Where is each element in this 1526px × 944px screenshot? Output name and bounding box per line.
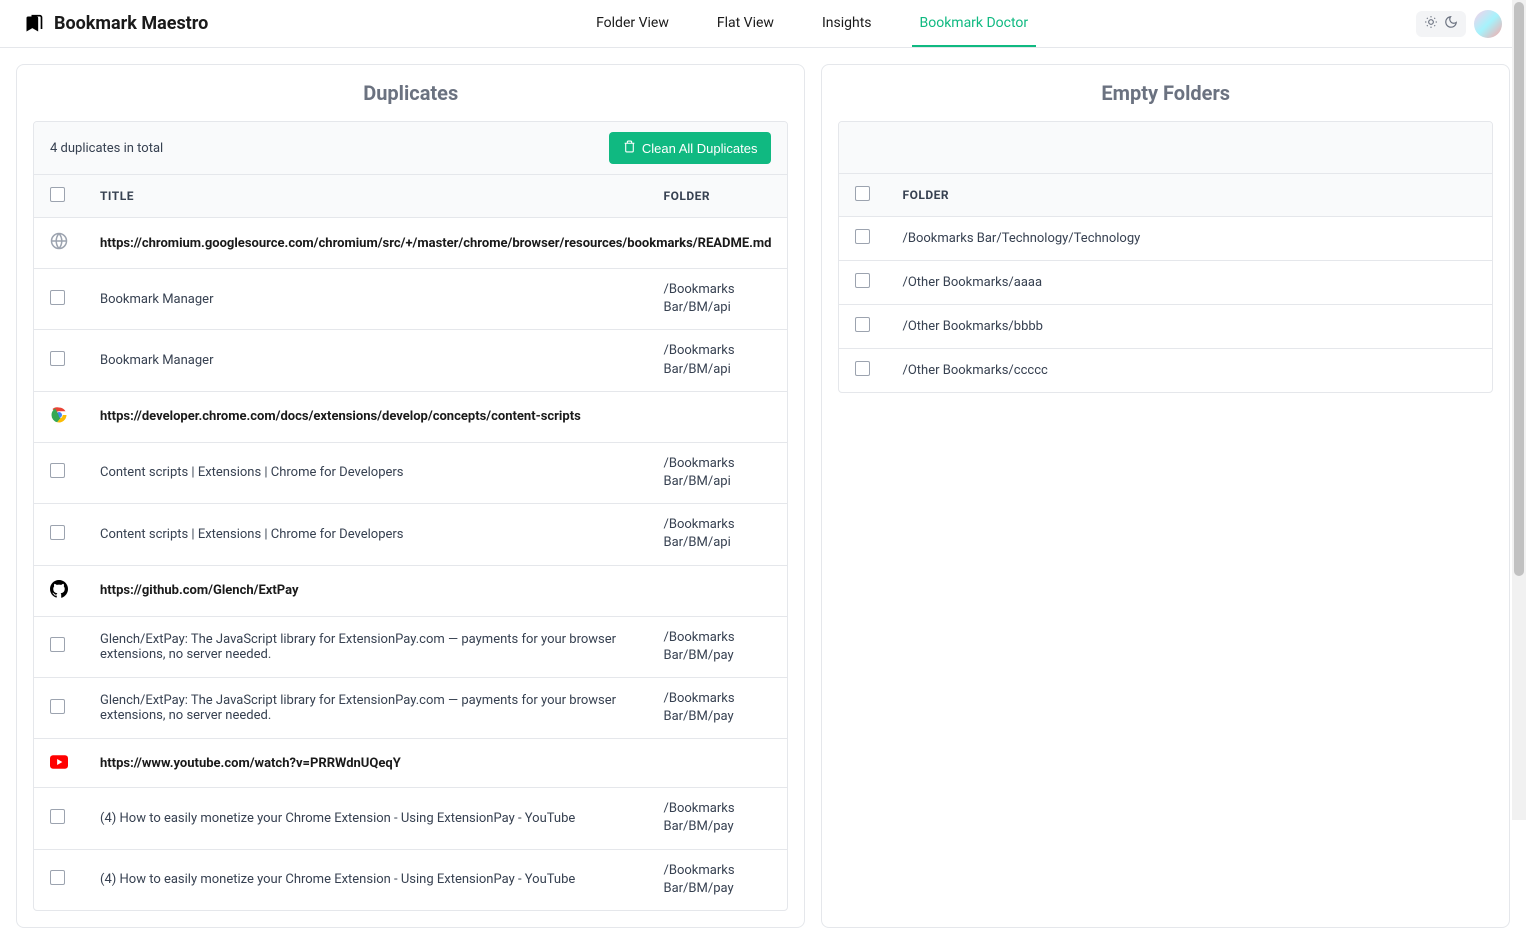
folder-checkbox[interactable] [855,229,870,244]
select-all-checkbox[interactable] [50,187,65,202]
logo-icon [24,14,44,34]
empty-folder-item: /Other Bookmarks/bbbb [839,305,1492,349]
duplicate-item: (4) How to easily monetize your Chrome E… [34,788,787,849]
item-checkbox[interactable] [50,699,65,714]
duplicates-header-row: TITLE FOLDER [34,175,787,218]
item-title: Bookmark Manager [84,330,647,391]
group-url: https://developer.chrome.com/docs/extens… [84,391,787,442]
folder-checkbox[interactable] [855,361,870,376]
item-folder: /Bookmarks Bar/BM/pay [647,677,787,738]
item-checkbox[interactable] [50,809,65,824]
duplicate-group: https://github.com/Glench/ExtPay [34,565,787,616]
clean-all-label: Clean All Duplicates [642,141,758,156]
item-folder: /Bookmarks Bar/BM/api [647,330,787,391]
item-folder: /Bookmarks Bar/BM/pay [647,788,787,849]
empty-folders-header-row: FOLDER [839,174,1492,217]
duplicate-item: (4) How to easily monetize your Chrome E… [34,849,787,910]
item-folder: /Bookmarks Bar/BM/pay [647,849,787,910]
select-all-folders-checkbox[interactable] [855,186,870,201]
duplicate-item: Bookmark Manager /Bookmarks Bar/BM/api [34,269,787,330]
col-title: TITLE [84,175,647,218]
duplicate-item: Content scripts | Extensions | Chrome fo… [34,504,787,565]
duplicates-toolbar: 4 duplicates in total Clean All Duplicat… [34,122,787,175]
theme-toggle[interactable] [1416,11,1466,37]
empty-folders-panel: Empty Folders FOLDER /Bookmarks Bar/Tech… [821,64,1510,928]
folder-checkbox[interactable] [855,317,870,332]
tab-insights[interactable]: Insights [814,1,880,47]
group-url: https://github.com/Glench/ExtPay [84,565,787,616]
tab-flat-view[interactable]: Flat View [709,1,782,47]
avatar[interactable] [1474,10,1502,38]
globe-icon [50,232,68,250]
app-title: Bookmark Maestro [54,13,208,34]
duplicate-item: Content scripts | Extensions | Chrome fo… [34,442,787,503]
item-title: Content scripts | Extensions | Chrome fo… [84,504,647,565]
item-folder: /Bookmarks Bar/BM/pay [647,616,787,677]
group-url: https://www.youtube.com/watch?v=PRRWdnUQ… [84,739,787,788]
empty-folders-title: Empty Folders [838,81,1493,105]
empty-folder-item: /Bookmarks Bar/Technology/Technology [839,217,1492,261]
item-title: Content scripts | Extensions | Chrome fo… [84,442,647,503]
header-right [1416,10,1502,38]
main-content: Duplicates 4 duplicates in total Clean A… [0,48,1526,944]
nav-tabs: Folder View Flat View Insights Bookmark … [588,10,1036,37]
duplicates-panel: Duplicates 4 duplicates in total Clean A… [16,64,805,928]
item-checkbox[interactable] [50,637,65,652]
item-checkbox[interactable] [50,351,65,366]
folder-path: /Bookmarks Bar/Technology/Technology [886,217,1492,261]
item-checkbox[interactable] [50,525,65,540]
folder-path: /Other Bookmarks/aaaa [886,261,1492,305]
tab-folder-view[interactable]: Folder View [588,1,677,47]
item-checkbox[interactable] [50,463,65,478]
empty-folder-item: /Other Bookmarks/aaaa [839,261,1492,305]
duplicate-group: https://www.youtube.com/watch?v=PRRWdnUQ… [34,739,787,788]
duplicates-title: Duplicates [33,81,788,105]
app-header: Bookmark Maestro Folder View Flat View I… [0,0,1526,48]
duplicate-group: https://developer.chrome.com/docs/extens… [34,391,787,442]
duplicate-item: Bookmark Manager /Bookmarks Bar/BM/api [34,330,787,391]
item-folder: /Bookmarks Bar/BM/api [647,442,787,503]
sun-icon [1424,15,1438,33]
duplicates-table-container: 4 duplicates in total Clean All Duplicat… [33,121,788,911]
col-folder: FOLDER [886,174,1492,217]
tab-bookmark-doctor[interactable]: Bookmark Doctor [912,1,1037,47]
empty-folder-item: /Other Bookmarks/ccccc [839,349,1492,393]
folder-path: /Other Bookmarks/ccccc [886,349,1492,393]
item-checkbox[interactable] [50,870,65,885]
item-title: Glench/ExtPay: The JavaScript library fo… [84,616,647,677]
empty-folders-table-container: FOLDER /Bookmarks Bar/Technology/Technol… [838,121,1493,393]
folder-path: /Other Bookmarks/bbbb [886,305,1492,349]
clean-all-button[interactable]: Clean All Duplicates [609,132,772,164]
item-title: (4) How to easily monetize your Chrome E… [84,849,647,910]
scrollbar-thumb[interactable] [1514,2,1524,576]
chrome-icon [50,406,68,424]
item-folder: /Bookmarks Bar/BM/api [647,269,787,330]
item-checkbox[interactable] [50,290,65,305]
group-url: https://chromium.googlesource.com/chromi… [84,218,787,269]
empty-folders-table: FOLDER /Bookmarks Bar/Technology/Technol… [839,174,1492,392]
item-title: Glench/ExtPay: The JavaScript library fo… [84,677,647,738]
github-icon [50,580,68,598]
duplicates-table: TITLE FOLDER https://chromium.googlesour… [34,175,787,910]
duplicate-item: Glench/ExtPay: The JavaScript library fo… [34,616,787,677]
header-left: Bookmark Maestro [24,13,208,34]
item-title: (4) How to easily monetize your Chrome E… [84,788,647,849]
empty-folders-toolbar [839,122,1492,174]
col-folder: FOLDER [647,175,787,218]
duplicate-group: https://chromium.googlesource.com/chromi… [34,218,787,269]
moon-icon [1444,15,1458,33]
duplicates-summary: 4 duplicates in total [50,141,163,156]
item-folder: /Bookmarks Bar/BM/api [647,504,787,565]
folder-checkbox[interactable] [855,273,870,288]
vertical-scrollbar[interactable] [1512,0,1526,820]
duplicate-item: Glench/ExtPay: The JavaScript library fo… [34,677,787,738]
item-title: Bookmark Manager [84,269,647,330]
trash-icon [623,140,636,156]
youtube-icon [50,753,68,771]
